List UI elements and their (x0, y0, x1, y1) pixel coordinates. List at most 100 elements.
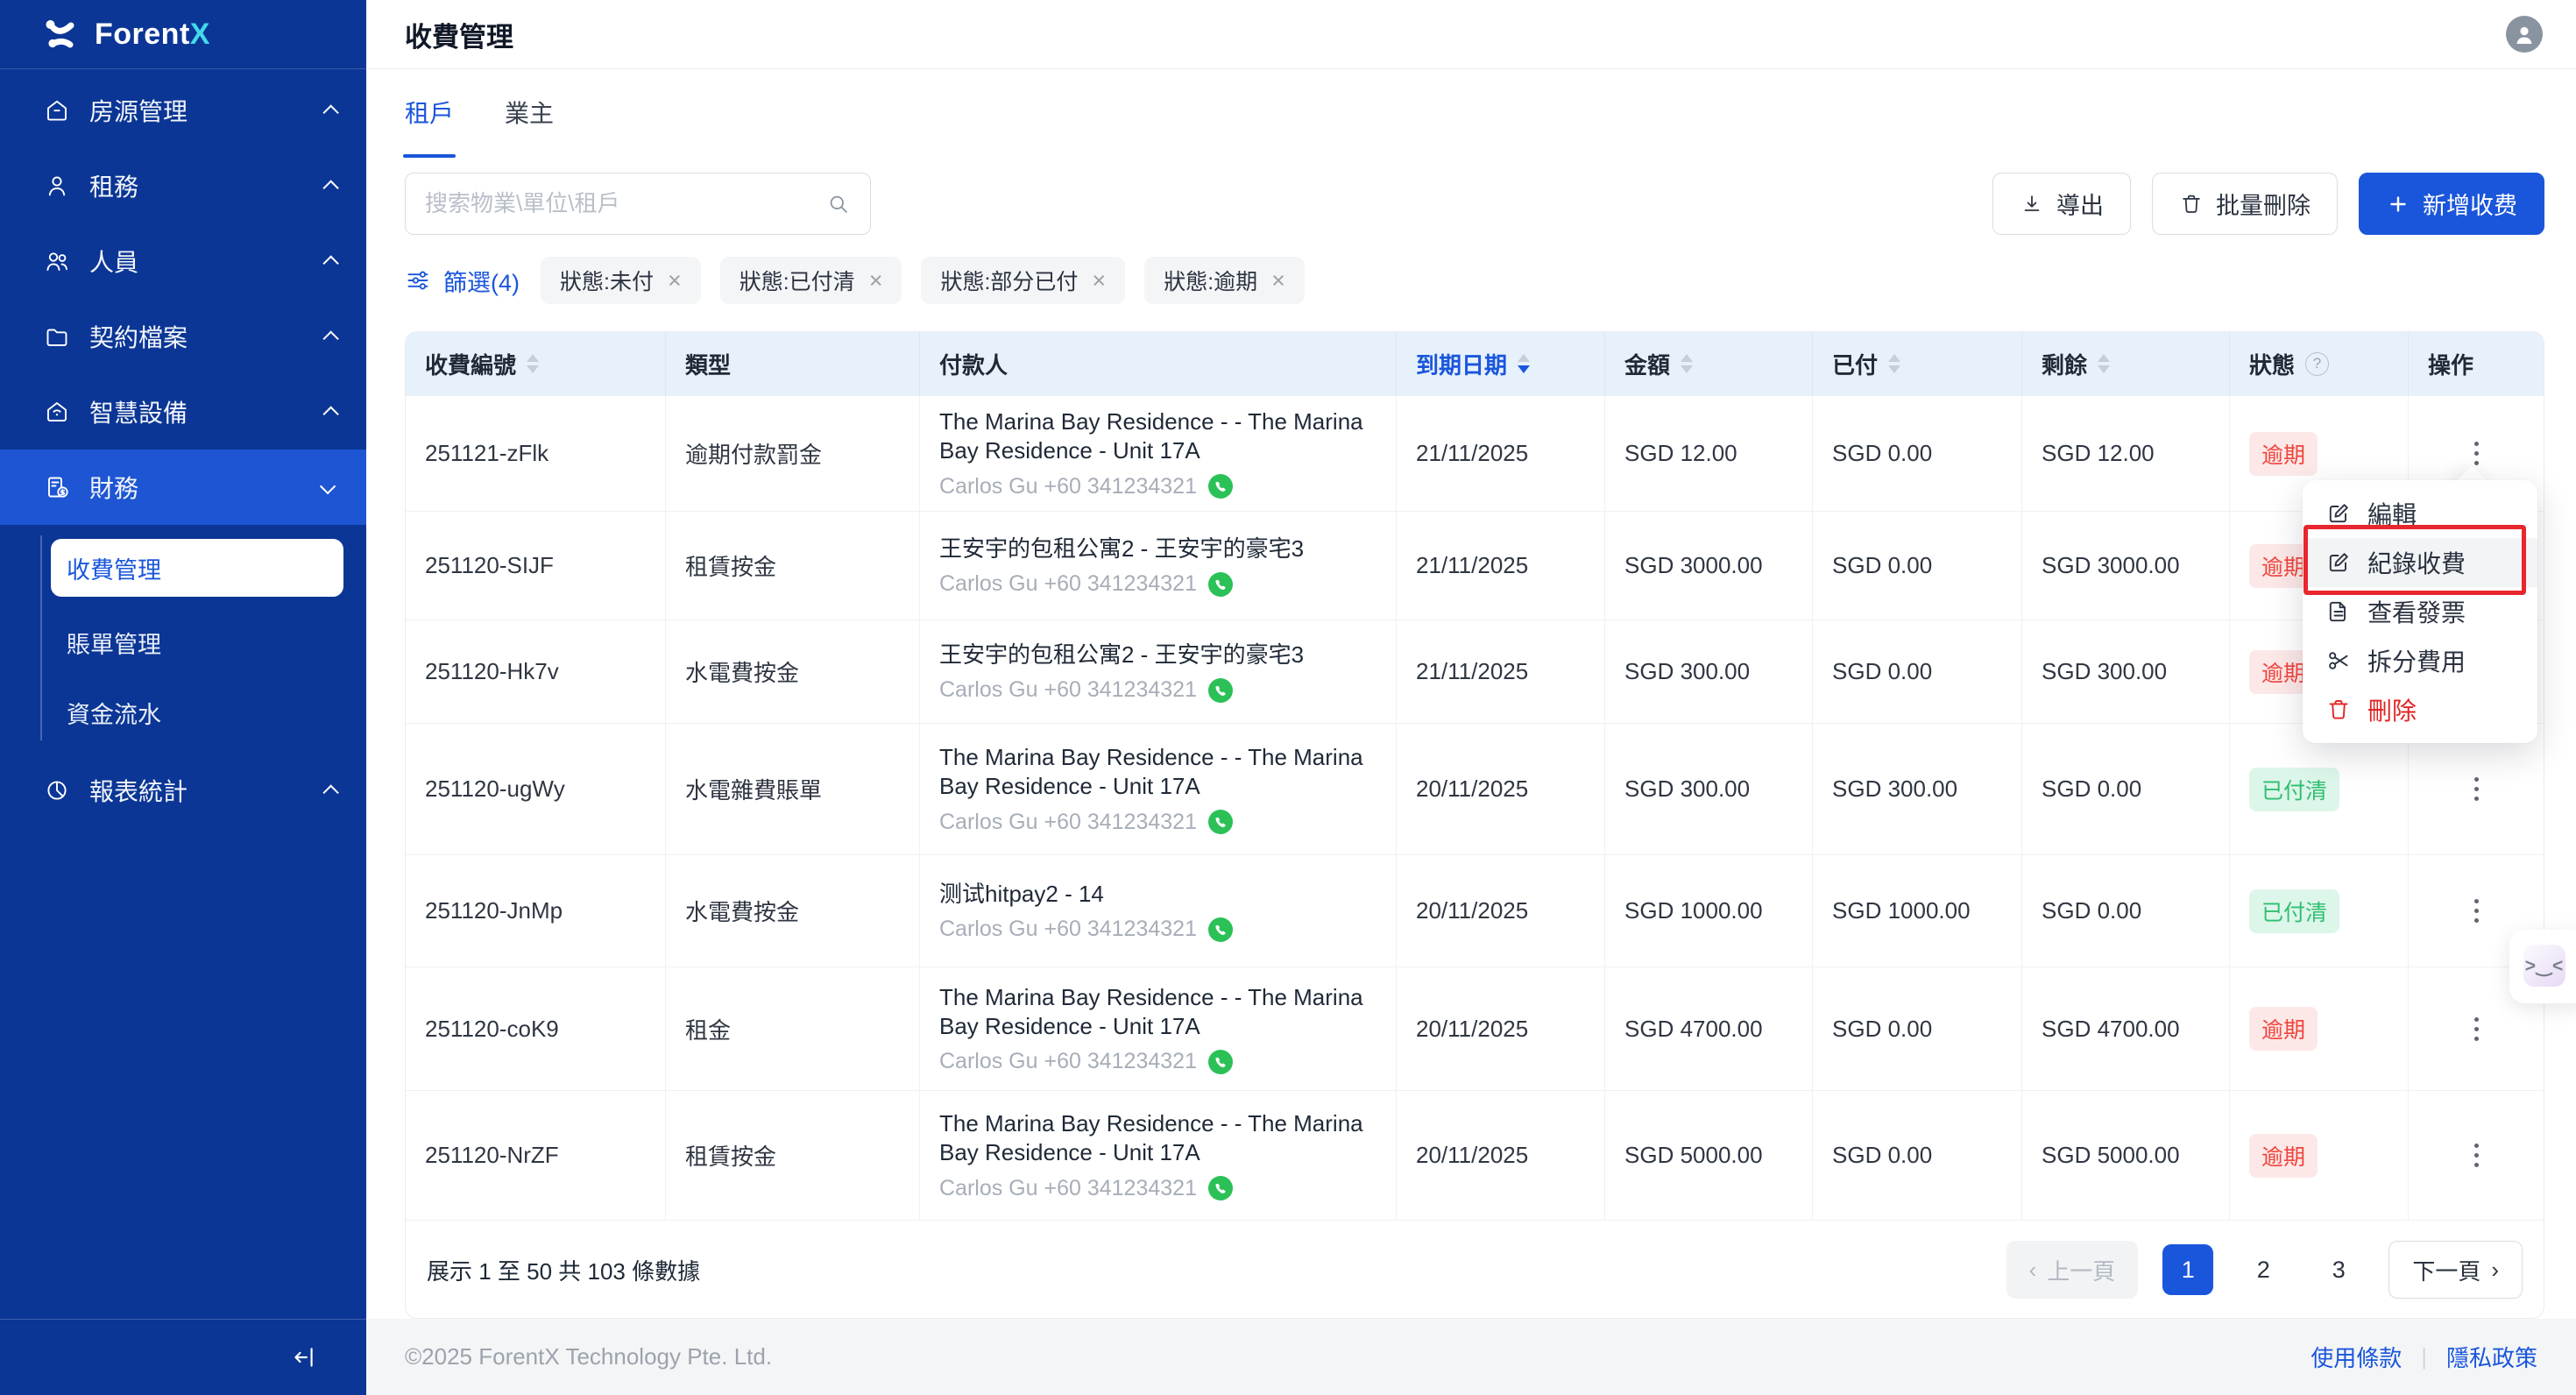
context-menu-item-label: 紀錄收費 (2367, 545, 2466, 580)
sidebar-subitem-0[interactable]: 收費管理 (51, 539, 343, 597)
folder-icon (44, 323, 70, 350)
terms-link[interactable]: 使用條款 (2311, 1341, 2402, 1373)
sort-icon[interactable] (2098, 354, 2110, 373)
cell-paid: SGD 0.00 (1813, 620, 2022, 723)
table-row: 251120-NrZF租賃按金The Marina Bay Residence … (406, 1090, 2544, 1220)
sort-icon[interactable] (527, 354, 539, 373)
filter-button[interactable]: 篩選(4) (405, 264, 520, 298)
context-menu-item-3[interactable]: 拆分費用 (2303, 636, 2537, 685)
sidebar-item-2[interactable]: 人員 (0, 223, 366, 299)
chevron-up-icon (322, 104, 338, 120)
feedback-widget-button[interactable]: >‿< (2523, 945, 2565, 987)
col-header-4[interactable]: 金額 (1605, 332, 1813, 395)
bulk-delete-button[interactable]: 批量刪除 (2152, 173, 2338, 235)
page-number-1[interactable]: 1 (2162, 1244, 2213, 1295)
context-menu-item-label: 編輯 (2367, 496, 2417, 531)
col-header-label: 操作 (2428, 348, 2473, 380)
collapse-sidebar-icon[interactable] (291, 1342, 321, 1372)
pagination-bar: 展示 1 至 50 共 103 條數據 ‹上一頁 123 下一頁› (406, 1220, 2544, 1319)
sidebar-item-0[interactable]: 房源管理 (0, 73, 366, 148)
context-menu-item-2[interactable]: 查看發票 (2303, 587, 2537, 636)
status-badge: 已付清 (2249, 768, 2339, 811)
privacy-link[interactable]: 隱私政策 (2446, 1341, 2537, 1373)
cell-charge-id: 251120-NrZF (406, 1091, 666, 1220)
context-menu-item-4[interactable]: 刪除 (2303, 685, 2537, 734)
row-actions-button[interactable] (2466, 768, 2488, 810)
row-actions-button[interactable] (2466, 890, 2488, 931)
payer-contact: Carlos Gu +60 341234321 (939, 677, 1234, 704)
sort-icon[interactable] (1888, 354, 1900, 373)
sort-icon[interactable] (1518, 354, 1530, 373)
close-icon[interactable]: × (1271, 269, 1285, 293)
payer-contact: Carlos Gu +60 341234321 (939, 473, 1234, 499)
user-avatar[interactable] (2506, 16, 2543, 53)
next-page-button[interactable]: 下一頁› (2388, 1241, 2523, 1299)
cell-actions (2409, 724, 2544, 854)
cell-remaining: SGD 0.00 (2022, 724, 2230, 854)
plus-icon (2386, 192, 2410, 216)
col-header-6[interactable]: 剩餘 (2022, 332, 2230, 395)
footer-links: 使用條款 | 隱私政策 (2311, 1341, 2537, 1373)
cell-due-date: 21/11/2025 (1397, 512, 1605, 620)
sort-icon[interactable] (1681, 354, 1693, 373)
cell-paid: SGD 0.00 (1813, 512, 2022, 620)
page-number-3[interactable]: 3 (2313, 1244, 2364, 1295)
cell-payer: The Marina Bay Residence - - The Marina … (920, 1091, 1397, 1220)
close-icon[interactable]: × (668, 269, 682, 293)
prev-page-label: 上一頁 (2047, 1254, 2115, 1286)
payer-name: 测试hitpay2 - 14 (939, 880, 1104, 909)
page-number-2[interactable]: 2 (2238, 1244, 2289, 1295)
sidebar-submenu: 收費管理賬單管理資金流水 (0, 525, 366, 753)
col-header-0[interactable]: 收費編號 (406, 332, 666, 395)
add-charge-button[interactable]: 新增收费 (2359, 173, 2544, 235)
brand-name: ForentX (95, 18, 210, 52)
trash-icon (2325, 697, 2352, 723)
trash-icon (2179, 192, 2204, 216)
cell-payer: 王安宇的包租公寓2 - 王安宇的豪宅3Carlos Gu +60 3412343… (920, 620, 1397, 723)
payer-name: 王安宇的包租公寓2 - 王安宇的豪宅3 (939, 535, 1304, 563)
download-icon (2020, 192, 2044, 216)
search-input[interactable] (425, 190, 826, 217)
context-menu-item-0[interactable]: 編輯 (2303, 489, 2537, 538)
col-header-5[interactable]: 已付 (1813, 332, 2022, 395)
cell-remaining: SGD 5000.00 (2022, 1091, 2230, 1220)
cell-payer: 测试hitpay2 - 14 Carlos Gu +60 341234321 (920, 855, 1397, 967)
row-actions-button[interactable] (2466, 1009, 2488, 1050)
cell-type: 水電費按金 (666, 620, 920, 723)
cell-amount: SGD 12.00 (1605, 396, 1813, 511)
filter-chip: 狀態:逾期× (1144, 257, 1305, 304)
sidebar-item-6[interactable]: 報表統計 (0, 753, 366, 828)
export-button[interactable]: 導出 (1992, 173, 2131, 235)
sidebar-subitem-1[interactable]: 賬單管理 (0, 607, 366, 677)
sort-up-triangle (1681, 354, 1693, 362)
sidebar-item-3[interactable]: 契約檔案 (0, 299, 366, 374)
sidebar-item-1[interactable]: 租務 (0, 148, 366, 223)
close-icon[interactable]: × (869, 269, 883, 293)
cell-actions (2409, 1091, 2544, 1220)
cell-amount: SGD 1000.00 (1605, 855, 1813, 967)
sidebar-item-4[interactable]: 智慧設備 (0, 374, 366, 450)
charges-table: 收費編號類型付款人到期日期金額已付剩餘狀態?操作 251121-zFlk逾期付款… (405, 331, 2544, 1319)
payer-contact-text: Carlos Gu +60 341234321 (939, 810, 1197, 835)
sidebar-subitem-2[interactable]: 資金流水 (0, 677, 366, 747)
col-header-label: 類型 (685, 348, 731, 380)
close-icon[interactable]: × (1092, 269, 1106, 293)
cell-payer: The Marina Bay Residence - - The Marina … (920, 396, 1397, 511)
prev-page-button[interactable]: ‹上一頁 (2006, 1241, 2139, 1299)
sort-up-triangle (2098, 354, 2110, 362)
tab-tenant[interactable]: 租戶 (405, 95, 454, 135)
context-menu-item-1[interactable]: 紀錄收費 (2303, 538, 2537, 587)
cell-due-date: 20/11/2025 (1397, 724, 1605, 854)
search-icon[interactable] (826, 192, 851, 216)
row-actions-button[interactable] (2466, 1135, 2488, 1176)
payer-contact-text: Carlos Gu +60 341234321 (939, 917, 1197, 942)
sidebar-item-5[interactable]: 財務 (0, 450, 366, 525)
col-header-3[interactable]: 到期日期 (1397, 332, 1605, 395)
payer-contact-text: Carlos Gu +60 341234321 (939, 474, 1197, 499)
sidebar-nav: 房源管理租務人員契約檔案智慧設備財務收費管理賬單管理資金流水報表統計 (0, 69, 366, 828)
cell-amount: SGD 3000.00 (1605, 512, 1813, 620)
pagination-summary: 展示 1 至 50 共 103 條數據 (427, 1254, 700, 1286)
page-footer: ©2025 ForentX Technology Pte. Ltd. 使用條款 … (366, 1319, 2576, 1395)
filter-chip-label: 狀態:已付清 (740, 265, 855, 296)
tab-owner[interactable]: 業主 (505, 95, 554, 135)
